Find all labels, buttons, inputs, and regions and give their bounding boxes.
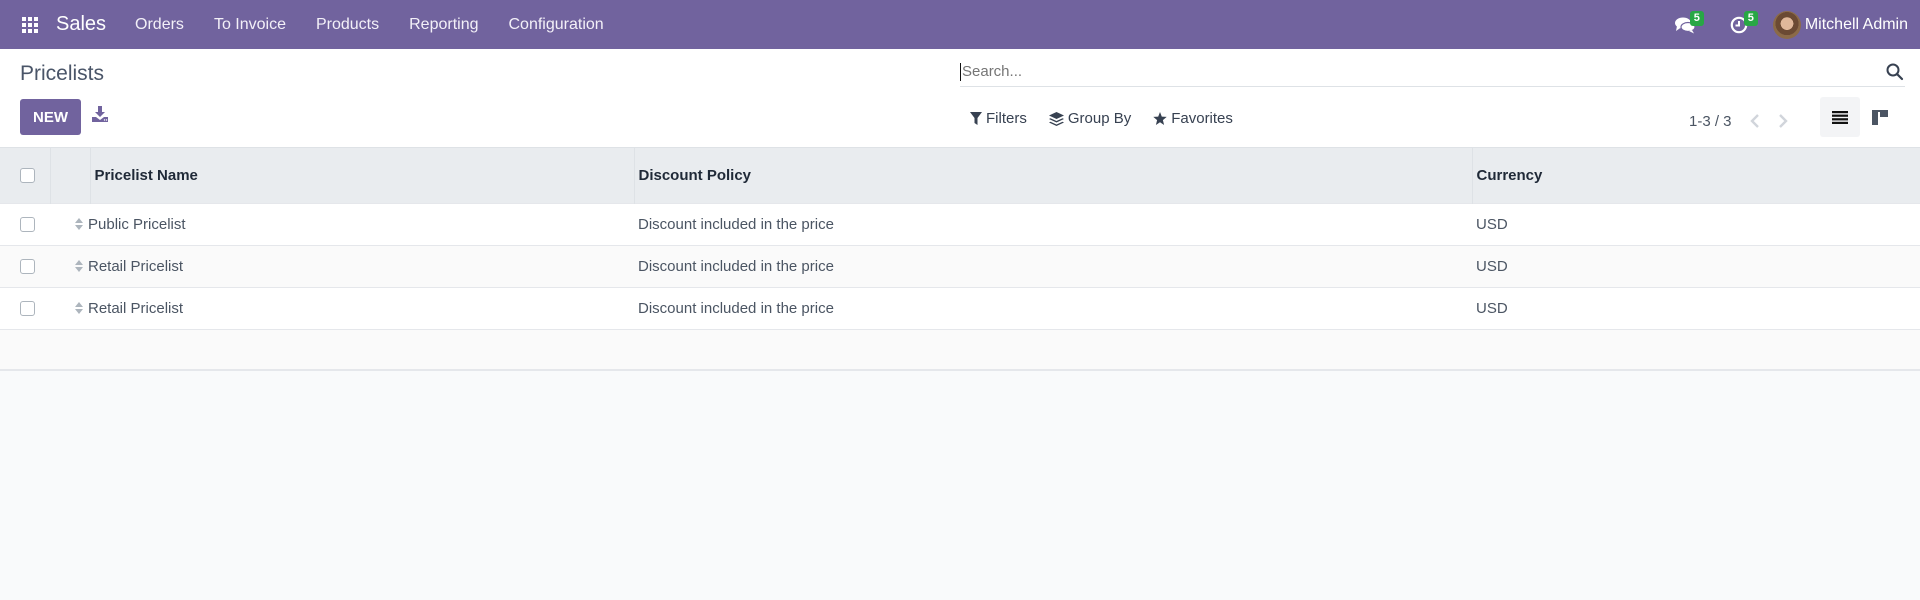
new-button[interactable]: NEW [20, 99, 81, 135]
drag-handle-icon[interactable] [74, 301, 84, 315]
app-name[interactable]: Sales [56, 13, 106, 36]
discount-policy-cell[interactable]: Discount included in the price [634, 286, 1472, 329]
pricelist-table: Pricelist Name Discount Policy Currency … [0, 148, 1920, 371]
select-all-header [0, 148, 50, 203]
name-cell[interactable]: Public Pricelist [50, 202, 634, 245]
column-header-pricelist-name[interactable]: Pricelist Name [89, 148, 634, 203]
handle-header [49, 148, 90, 203]
table-header-row: Pricelist Name Discount Policy Currency [0, 148, 1920, 203]
group-by-button[interactable]: Group By [1048, 110, 1132, 127]
search-bar [960, 57, 1905, 87]
pager-previous-button[interactable] [1744, 110, 1766, 132]
menu-item-reporting[interactable]: Reporting [394, 16, 493, 34]
discount-policy-cell[interactable]: Discount included in the price [634, 244, 1472, 287]
list-view-button[interactable] [1820, 97, 1860, 137]
pager-next-button[interactable] [1772, 110, 1794, 132]
column-header-currency[interactable]: Currency [1471, 148, 1920, 203]
activities-badge: 5 [1743, 11, 1758, 26]
layers-icon [1048, 111, 1064, 126]
favorites-label: Favorites [1171, 110, 1233, 127]
apps-menu-icon[interactable] [22, 16, 40, 34]
drag-handle-icon[interactable] [74, 217, 84, 231]
search-icon[interactable] [1885, 62, 1905, 82]
favorites-button[interactable]: Favorites [1153, 110, 1233, 127]
pricelist-name: Retail Pricelist [88, 257, 184, 275]
menu-item-products[interactable]: Products [301, 16, 394, 34]
chevron-right-icon [1778, 114, 1788, 128]
activities-button[interactable]: 5 [1719, 0, 1759, 49]
group-by-label: Group By [1067, 110, 1132, 127]
main-menu: Orders To Invoice Products Reporting Con… [120, 16, 619, 34]
table-row[interactable]: Retail Pricelist Discount included in th… [0, 286, 1920, 329]
systray: 5 5 Mitchell Admin [1665, 0, 1908, 49]
search-input[interactable] [960, 62, 1885, 81]
export-button[interactable] [92, 106, 110, 126]
control-panel: Pricelists NEW Filters Group By [0, 49, 1920, 148]
chevron-left-icon [1749, 114, 1759, 128]
list-icon [1832, 110, 1848, 124]
avatar [1772, 10, 1801, 39]
menu-item-configuration[interactable]: Configuration [494, 16, 619, 34]
discount-policy-cell[interactable]: Discount included in the price [634, 202, 1472, 245]
select-all-checkbox[interactable] [20, 168, 35, 184]
column-header-discount-policy[interactable]: Discount Policy [633, 148, 1472, 203]
messages-badge: 5 [1689, 11, 1704, 26]
drag-handle-icon[interactable] [74, 259, 84, 273]
pager-value[interactable]: 1-3 / 3 [1689, 113, 1732, 130]
kanban-view-button[interactable] [1860, 97, 1900, 137]
kanban-icon [1872, 109, 1888, 125]
pager: 1-3 / 3 [1689, 110, 1794, 132]
row-checkbox[interactable] [20, 301, 35, 317]
table-row[interactable]: Public Pricelist Discount included in th… [0, 202, 1920, 245]
menu-item-orders[interactable]: Orders [120, 16, 199, 34]
currency-cell[interactable]: USD [1472, 286, 1920, 329]
filters-button[interactable]: Filters [970, 110, 1027, 127]
name-cell[interactable]: Retail Pricelist [50, 286, 634, 329]
pricelist-name: Retail Pricelist [88, 299, 184, 317]
page-title: Pricelists [20, 62, 105, 85]
filters-label: Filters [986, 110, 1027, 127]
table-row[interactable]: Retail Pricelist Discount included in th… [0, 244, 1920, 287]
currency-cell[interactable]: USD [1472, 244, 1920, 287]
user-menu[interactable]: Mitchell Admin [1772, 10, 1908, 39]
row-checkbox[interactable] [20, 259, 35, 275]
row-checkbox[interactable] [20, 217, 35, 233]
messages-button[interactable]: 5 [1665, 0, 1705, 49]
star-icon [1153, 111, 1167, 125]
menu-item-to-invoice[interactable]: To Invoice [199, 16, 301, 34]
table-footer [0, 328, 1920, 371]
name-cell[interactable]: Retail Pricelist [50, 244, 634, 287]
user-name: Mitchell Admin [1804, 15, 1908, 33]
search-options: Filters Group By Favorites [970, 110, 1255, 127]
download-icon [92, 106, 108, 122]
filter-icon [970, 112, 982, 125]
currency-cell[interactable]: USD [1472, 202, 1920, 245]
top-navbar: Sales Orders To Invoice Products Reporti… [0, 0, 1920, 49]
pricelist-name: Public Pricelist [88, 215, 186, 233]
